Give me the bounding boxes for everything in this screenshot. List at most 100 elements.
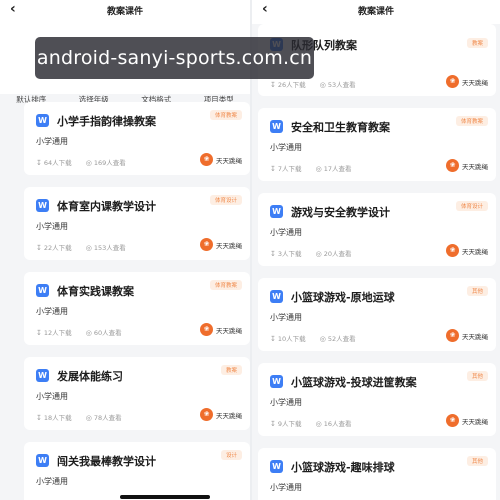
word-doc-icon: W xyxy=(36,369,49,382)
lesson-card[interactable]: W 小学手指韵律操教案 体育教案 小学通用 ↧ 64人下载 ◎ 169人查看 ❀ 天天… xyxy=(24,102,250,175)
card-stats: ↧ 7人下载 ◎ 17人查看 xyxy=(270,163,363,173)
author: ❀ 天天跳绳 xyxy=(446,414,488,427)
download-count: 18人下载 xyxy=(43,414,72,422)
card-tag: 设计 xyxy=(220,450,242,460)
word-doc-icon: W xyxy=(36,199,49,212)
author-name: 天天跳绳 xyxy=(216,411,242,420)
download-icon: ↧ xyxy=(270,165,276,173)
eye-icon: ◎ xyxy=(85,414,92,422)
lesson-card[interactable]: W 闯关我最棒教学设计 设计 小学通用 xyxy=(24,442,250,500)
author: ❀ 天天跳绳 xyxy=(200,323,242,336)
eye-icon: ◎ xyxy=(315,420,322,428)
word-doc-icon: W xyxy=(270,120,283,133)
card-title: 安全和卫生教育教案 xyxy=(291,121,390,134)
view-count: 169人查看 xyxy=(93,159,126,167)
download-count: 10人下载 xyxy=(277,335,306,343)
eye-icon: ◎ xyxy=(315,250,322,258)
card-subtitle: 小学通用 xyxy=(36,307,68,316)
eye-icon: ◎ xyxy=(85,329,92,337)
card-title: 小篮球游戏-原地运球 xyxy=(291,291,395,304)
word-doc-icon: W xyxy=(270,290,283,303)
author: ❀ 天天跳绳 xyxy=(200,238,242,251)
card-subtitle: 小学通用 xyxy=(270,143,302,152)
download-count: 9人下载 xyxy=(277,420,302,428)
lesson-card[interactable]: W 体育实践课教案 体育教案 小学通用 ↧ 12人下载 ◎ 60人查看 ❀ 天天跳绳 xyxy=(24,272,250,345)
page-title: 教案课件 xyxy=(106,7,143,17)
author-name: 天天跳绳 xyxy=(462,78,488,87)
view-count: 20人查看 xyxy=(323,250,352,258)
eye-icon: ◎ xyxy=(85,244,92,252)
top-bar: ‹ 教案课件 xyxy=(252,0,500,24)
author-logo-icon: ❀ xyxy=(446,159,459,172)
card-stats: ↧ 18人下载 ◎ 78人查看 xyxy=(36,412,134,422)
author-logo-icon: ❀ xyxy=(446,244,459,257)
card-subtitle: 小学通用 xyxy=(36,137,68,146)
author-logo-icon: ❀ xyxy=(200,408,213,421)
lesson-card[interactable]: W 体育室内课教学设计 体育设计 小学通用 ↧ 22人下载 ◎ 153人查看 ❀ 天天… xyxy=(24,187,250,260)
view-count: 52人查看 xyxy=(327,335,356,343)
card-title: 体育室内课教学设计 xyxy=(57,200,156,213)
card-title: 小篮球游戏-投球进筐教案 xyxy=(291,376,417,389)
download-count: 22人下载 xyxy=(43,244,72,252)
card-subtitle: 小学通用 xyxy=(270,228,302,237)
view-count: 78人查看 xyxy=(93,414,122,422)
card-stats: ↧ 26人下载 ◎ 53人查看 xyxy=(270,79,368,89)
author-name: 天天跳绳 xyxy=(216,241,242,250)
card-title: 小篮球游戏-趣味排球 xyxy=(291,461,395,474)
card-title: 闯关我最棒教学设计 xyxy=(57,455,156,468)
download-icon: ↧ xyxy=(270,335,276,343)
home-indicator xyxy=(120,495,210,499)
download-icon: ↧ xyxy=(270,420,276,428)
author-logo-icon: ❀ xyxy=(200,153,213,166)
url-watermark-overlay: android-sanyi-sports.com.cn xyxy=(35,37,314,79)
eye-icon: ◎ xyxy=(315,165,322,173)
card-stats: ↧ 64人下载 ◎ 169人查看 xyxy=(36,157,138,167)
card-tag: 其他 xyxy=(466,371,488,381)
lesson-card[interactable]: W 发展体能练习 教案 小学通用 ↧ 18人下载 ◎ 78人查看 ❀ 天天跳绳 xyxy=(24,357,250,430)
view-count: 60人查看 xyxy=(93,329,122,337)
lesson-card[interactable]: W 小篮球游戏-原地运球 其他 小学通用 ↧ 10人下载 ◎ 52人查看 ❀ 天天跳绳 xyxy=(258,278,496,351)
author: ❀ 天天跳绳 xyxy=(200,408,242,421)
download-count: 3人下载 xyxy=(277,250,302,258)
author-logo-icon: ❀ xyxy=(200,238,213,251)
eye-icon: ◎ xyxy=(85,159,92,167)
card-tag: 教案 xyxy=(220,365,242,375)
word-doc-icon: W xyxy=(270,375,283,388)
word-doc-icon: W xyxy=(36,114,49,127)
word-doc-icon: W xyxy=(36,454,49,467)
eye-icon: ◎ xyxy=(319,81,326,89)
lesson-card[interactable]: W 小篮球游戏-趣味排球 其他 小学通用 xyxy=(258,448,496,500)
card-tag: 体育设计 xyxy=(455,201,488,211)
download-count: 26人下载 xyxy=(277,81,306,89)
lesson-card[interactable]: W 小篮球游戏-投球进筐教案 其他 小学通用 ↧ 9人下载 ◎ 16人查看 ❀ 天天跳… xyxy=(258,363,496,436)
card-tag: 体育教案 xyxy=(209,110,242,120)
author-logo-icon: ❀ xyxy=(446,414,459,427)
card-subtitle: 小学通用 xyxy=(36,392,68,401)
page-title: 教案课件 xyxy=(357,7,394,17)
card-title: 体育实践课教案 xyxy=(57,285,134,298)
download-icon: ↧ xyxy=(270,81,276,89)
card-subtitle: 小学通用 xyxy=(270,483,302,492)
author-name: 天天跳绳 xyxy=(462,332,488,341)
view-count: 153人查看 xyxy=(93,244,126,252)
author-name: 天天跳绳 xyxy=(462,417,488,426)
card-subtitle: 小学通用 xyxy=(270,398,302,407)
download-icon: ↧ xyxy=(36,329,42,337)
card-tag: 其他 xyxy=(466,456,488,466)
card-title: 发展体能练习 xyxy=(57,370,123,383)
lesson-card[interactable]: W 游戏与安全教学设计 体育设计 小学通用 ↧ 3人下载 ◎ 20人查看 ❀ 天天跳绳 xyxy=(258,193,496,266)
author-name: 天天跳绳 xyxy=(216,326,242,335)
author: ❀ 天天跳绳 xyxy=(446,159,488,172)
download-count: 64人下载 xyxy=(43,159,72,167)
card-tag: 其他 xyxy=(466,286,488,296)
download-icon: ↧ xyxy=(36,244,42,252)
view-count: 53人查看 xyxy=(327,81,356,89)
download-count: 12人下载 xyxy=(43,329,72,337)
author-name: 天天跳绳 xyxy=(216,156,242,165)
card-stats: ↧ 9人下载 ◎ 16人查看 xyxy=(270,418,363,428)
lesson-card[interactable]: W 安全和卫生教育教案 体育教案 小学通用 ↧ 7人下载 ◎ 17人查看 ❀ 天天跳绳 xyxy=(258,108,496,181)
card-stats: ↧ 10人下载 ◎ 52人查看 xyxy=(270,333,368,343)
download-count: 7人下载 xyxy=(277,165,302,173)
word-doc-icon: W xyxy=(270,460,283,473)
word-doc-icon: W xyxy=(36,284,49,297)
